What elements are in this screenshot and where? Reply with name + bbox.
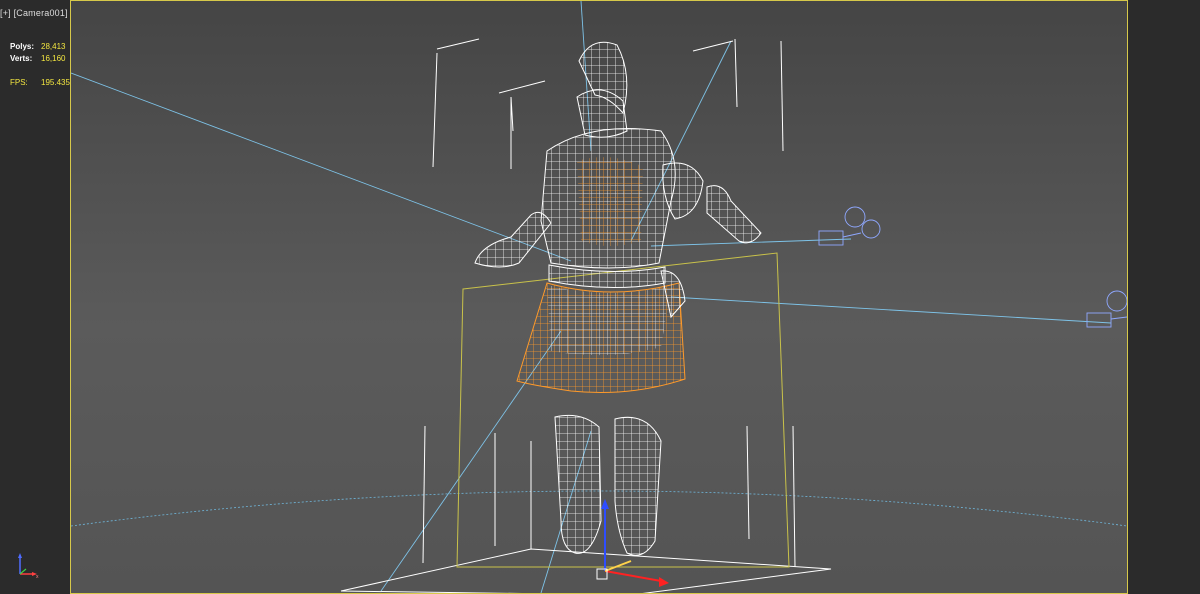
- polys-label: Polys:: [10, 42, 35, 51]
- camera-viewport[interactable]: [70, 0, 1128, 594]
- viewport-label: [+] [Camera001]: [0, 8, 68, 18]
- fps-value: 195.435: [41, 78, 70, 87]
- svg-text:x: x: [36, 574, 39, 580]
- verts-label: Verts:: [10, 54, 33, 63]
- right-panel: [1128, 0, 1200, 594]
- viewport-camera-menu[interactable]: [Camera001]: [14, 8, 68, 18]
- left-panel: [+] [Camera001] Polys: 28,413 Verts: 16,…: [0, 0, 70, 594]
- verts-value: 16,160: [41, 54, 66, 63]
- view-axis-gizmo-icon: x: [18, 553, 39, 580]
- polys-value: 28,413: [41, 42, 66, 51]
- scene-canvas: [71, 1, 1127, 593]
- fps-label: FPS:: [10, 78, 28, 87]
- character-wireframe: [474, 41, 762, 556]
- viewport-menu-plus[interactable]: [+]: [0, 8, 11, 18]
